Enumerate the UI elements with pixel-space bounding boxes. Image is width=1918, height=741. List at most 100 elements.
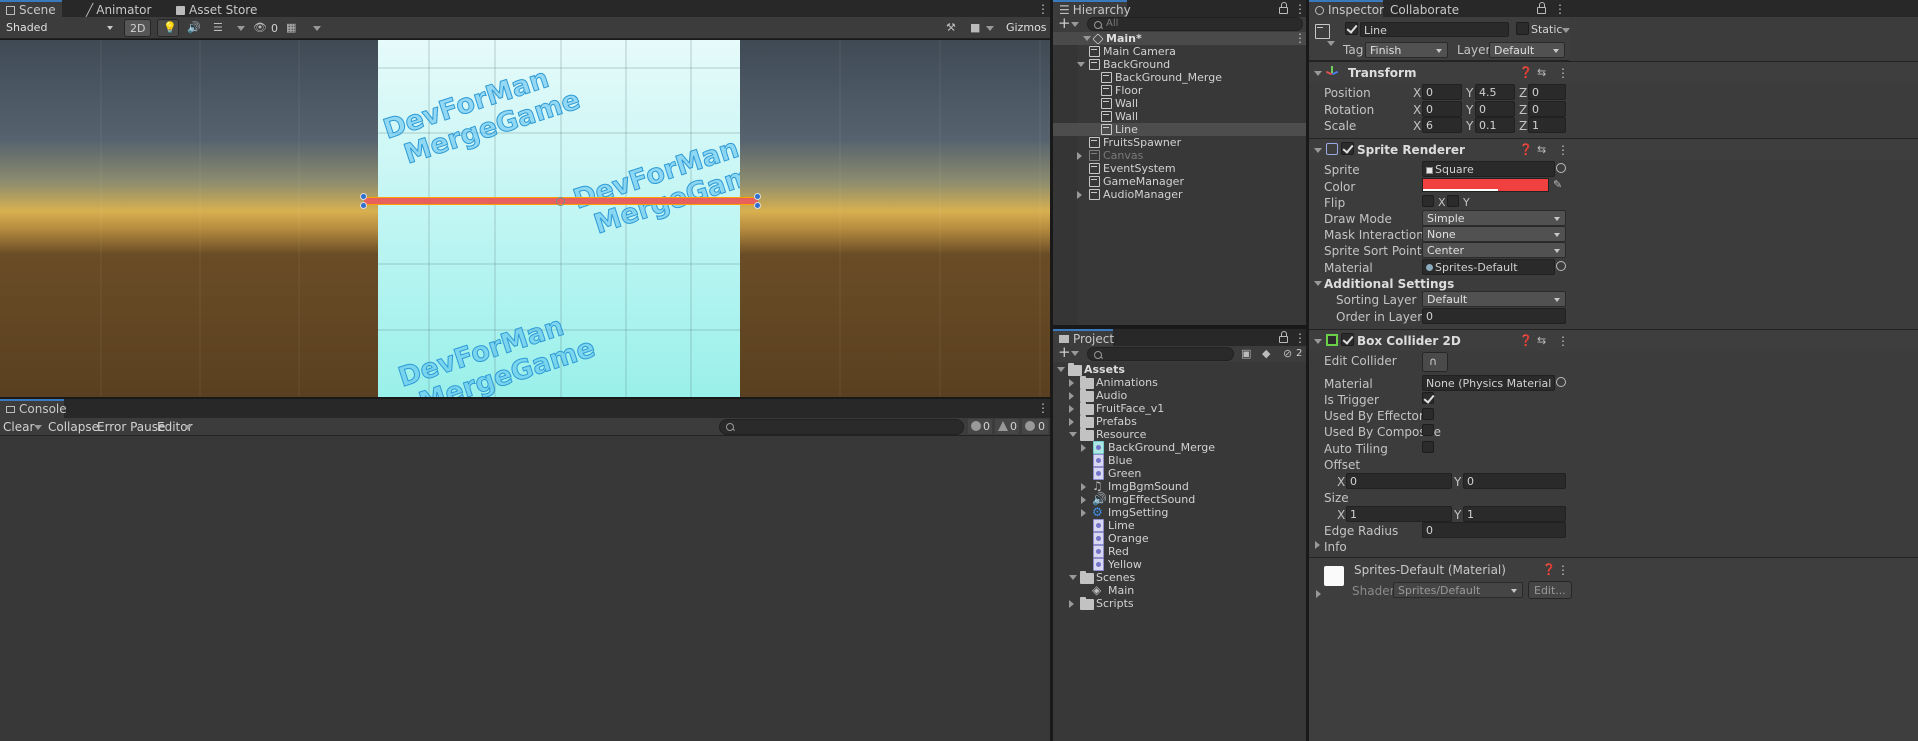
transform-presets-icon[interactable]: ⇆ xyxy=(1537,67,1546,78)
hierarchy-add-button[interactable]: + xyxy=(1058,16,1071,31)
editor-dropdown-chevron-icon[interactable] xyxy=(184,425,192,430)
hierarchy-search-input[interactable]: All xyxy=(1087,17,1303,31)
console-collapse-button[interactable]: Collapse xyxy=(48,421,99,433)
audio-toggle-icon[interactable]: 🔊 xyxy=(187,22,201,33)
hierarchy-menu-icon[interactable]: ⋮ xyxy=(1294,3,1306,15)
hierarchy-item[interactable]: Canvas xyxy=(1053,149,1306,162)
sprite-sort-point-dropdown[interactable]: Center xyxy=(1422,242,1566,258)
camera-dropdown-chevron-icon[interactable] xyxy=(986,26,994,31)
project-item[interactable]: FruitFace_v1 xyxy=(1053,402,1306,415)
rotation-x-field[interactable]: 0 xyxy=(1422,101,1462,117)
project-expand-chevron-icon[interactable] xyxy=(1069,432,1077,437)
inspector-lock-icon[interactable] xyxy=(1537,2,1546,14)
sr-material-field[interactable]: Sprites-Default xyxy=(1422,259,1555,275)
scale-y-field[interactable]: 0.1 xyxy=(1475,117,1515,133)
color-swatch[interactable] xyxy=(1422,178,1549,192)
sprite-renderer-presets-icon[interactable]: ⇆ xyxy=(1537,144,1546,155)
static-checkbox[interactable] xyxy=(1516,22,1529,35)
hierarchy-item[interactable]: Wall xyxy=(1053,97,1306,110)
info-label[interactable]: Info xyxy=(1324,541,1347,553)
inspector-menu-icon[interactable]: ⋮ xyxy=(1554,3,1566,15)
project-menu-icon[interactable]: ⋮ xyxy=(1294,332,1306,344)
sorting-layer-dropdown[interactable]: Default xyxy=(1422,291,1566,307)
scale-z-field[interactable]: 1 xyxy=(1528,117,1566,133)
info-foldout-icon[interactable] xyxy=(1315,541,1320,549)
project-item[interactable]: Scenes xyxy=(1053,571,1306,584)
tools-icon[interactable]: ⚒ xyxy=(946,22,956,33)
tag-dropdown[interactable]: Finish xyxy=(1365,42,1448,58)
hierarchy-item[interactable]: EventSystem xyxy=(1053,162,1306,175)
transform-help-icon[interactable]: ❓ xyxy=(1519,67,1533,78)
console-warning-toggle[interactable]: 0 xyxy=(995,419,1019,434)
is-trigger-checkbox[interactable] xyxy=(1422,392,1434,404)
search-by-type-icon[interactable]: ▣ xyxy=(1241,348,1251,359)
box-collider-enabled-checkbox[interactable] xyxy=(1341,333,1354,346)
static-chevron-icon[interactable] xyxy=(1562,28,1570,33)
project-expand-chevron-icon[interactable] xyxy=(1081,509,1086,517)
position-z-field[interactable]: 0 xyxy=(1528,84,1566,100)
material-foldout-icon[interactable] xyxy=(1316,590,1321,598)
project-item[interactable]: Red xyxy=(1053,545,1306,558)
scene-viewport[interactable]: DevForMan MergeGame DevForMan MergeGame De… xyxy=(0,40,1050,397)
hierarchy-expand-chevron-icon[interactable] xyxy=(1077,191,1082,199)
scene-visibility-icon[interactable]: 👁 xyxy=(253,22,267,33)
box-collider-menu-icon[interactable]: ⋮ xyxy=(1557,335,1569,347)
sprite-renderer-menu-icon[interactable]: ⋮ xyxy=(1557,144,1569,156)
flip-y-checkbox[interactable] xyxy=(1447,195,1459,207)
hierarchy-add-chevron-icon[interactable] xyxy=(1071,22,1079,27)
effects-dropdown-chevron-icon[interactable] xyxy=(237,26,245,31)
hierarchy-item[interactable]: GameManager xyxy=(1053,175,1306,188)
hierarchy-lock-icon[interactable] xyxy=(1279,2,1288,14)
material-menu-icon[interactable]: ⋮ xyxy=(1557,564,1569,576)
hierarchy-item[interactable]: Wall xyxy=(1053,110,1306,123)
project-expand-chevron-icon[interactable] xyxy=(1069,392,1074,400)
bc-material-field[interactable]: None (Physics Material 2D) xyxy=(1422,375,1555,391)
hierarchy-expand-chevron-icon[interactable] xyxy=(1077,152,1082,160)
grid-dropdown-chevron-icon[interactable] xyxy=(313,26,321,31)
project-item[interactable]: Audio xyxy=(1053,389,1306,402)
project-item[interactable]: Lime xyxy=(1053,519,1306,532)
material-object-picker-icon[interactable] xyxy=(1556,261,1566,271)
project-item[interactable]: BackGround_Merge xyxy=(1053,441,1306,454)
project-item[interactable]: Prefabs xyxy=(1053,415,1306,428)
project-item[interactable]: Orange xyxy=(1053,532,1306,545)
sprite-renderer-enabled-checkbox[interactable] xyxy=(1341,142,1354,155)
line-pivot-icon[interactable] xyxy=(556,197,565,206)
used-by-composite-checkbox[interactable] xyxy=(1422,424,1434,436)
console-clear-button[interactable]: Clear xyxy=(3,421,34,433)
auto-tiling-checkbox[interactable] xyxy=(1422,441,1434,453)
project-item[interactable]: Animations xyxy=(1053,376,1306,389)
project-item[interactable]: ♫ ImgBgmSound xyxy=(1053,480,1306,493)
project-item[interactable]: Scripts xyxy=(1053,597,1306,610)
scene-expand-chevron-icon[interactable] xyxy=(1083,36,1091,41)
position-y-field[interactable]: 4.5 xyxy=(1475,84,1515,100)
hierarchy-item[interactable]: Line xyxy=(1053,123,1306,136)
sprite-renderer-help-icon[interactable]: ❓ xyxy=(1519,144,1533,155)
project-item[interactable]: 🔊 ImgEffectSound xyxy=(1053,493,1306,506)
gameobject-name-field[interactable]: Line xyxy=(1360,22,1509,37)
material-help-icon[interactable]: ❓ xyxy=(1542,564,1556,575)
offset-x-field[interactable]: 0 xyxy=(1346,473,1452,489)
project-hidden-icon[interactable]: ⊘ xyxy=(1283,348,1292,359)
camera-icon[interactable]: ■ xyxy=(970,22,980,33)
flip-x-checkbox[interactable] xyxy=(1422,195,1434,207)
hierarchy-item[interactable]: BackGround_Merge xyxy=(1053,71,1306,84)
offset-y-field[interactable]: 0 xyxy=(1463,473,1566,489)
mask-interaction-dropdown[interactable]: None xyxy=(1422,226,1566,242)
position-x-field[interactable]: 0 xyxy=(1422,84,1462,100)
hierarchy-item[interactable]: Floor xyxy=(1053,84,1306,97)
project-expand-chevron-icon[interactable] xyxy=(1057,367,1065,372)
shader-edit-button[interactable]: Edit... xyxy=(1528,581,1572,599)
tab-console[interactable]: Console xyxy=(0,399,67,418)
project-expand-chevron-icon[interactable] xyxy=(1069,418,1074,426)
edit-collider-button[interactable]: ∩ xyxy=(1422,352,1448,372)
bc-material-picker-icon[interactable] xyxy=(1556,377,1566,387)
gameobject-icon-chevron-icon[interactable] xyxy=(1327,41,1335,46)
rect-handle-right-top[interactable] xyxy=(754,193,761,200)
project-expand-chevron-icon[interactable] xyxy=(1069,600,1074,608)
scale-x-field[interactable]: 6 xyxy=(1422,117,1462,133)
effects-toggle-icon[interactable]: ☰ xyxy=(213,22,223,33)
transform-menu-icon[interactable]: ⋮ xyxy=(1557,67,1569,79)
project-item[interactable]: ⚙ ImgSetting xyxy=(1053,506,1306,519)
rotation-z-field[interactable]: 0 xyxy=(1528,101,1566,117)
